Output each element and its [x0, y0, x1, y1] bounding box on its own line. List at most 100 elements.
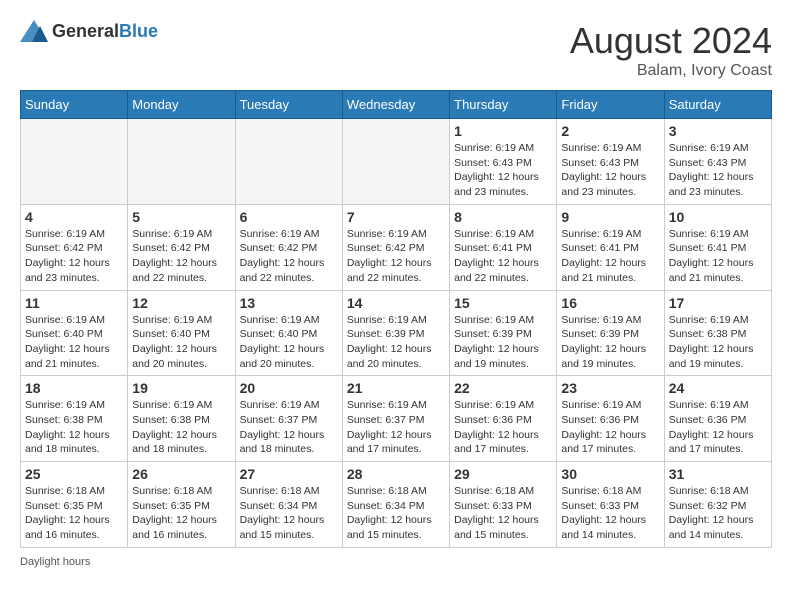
footer: Daylight hours: [20, 556, 772, 568]
day-number: 29: [454, 466, 552, 482]
logo-text: GeneralBlue: [52, 21, 158, 42]
day-info: Sunrise: 6:19 AM Sunset: 6:40 PM Dayligh…: [240, 313, 338, 372]
day-number: 11: [25, 295, 123, 311]
day-number: 18: [25, 380, 123, 396]
day-number: 14: [347, 295, 445, 311]
calendar-week-row: 4 Sunrise: 6:19 AM Sunset: 6:42 PM Daylig…: [21, 204, 772, 290]
calendar-day-cell: [21, 119, 128, 205]
calendar-day-cell: 20Sunrise: 6:19 AM Sunset: 6:37 PM Dayli…: [235, 376, 342, 462]
day-number: 23: [561, 380, 659, 396]
day-number: 5: [132, 209, 230, 225]
calendar-day-cell: 28 Sunrise: 6:18 AM Sunset: 6:34 PM Dayli…: [342, 462, 449, 548]
calendar-day-cell: 25 Sunrise: 6:18 AM Sunset: 6:35 PM Dayli…: [21, 462, 128, 548]
calendar-day-cell: 4 Sunrise: 6:19 AM Sunset: 6:42 PM Daylig…: [21, 204, 128, 290]
calendar-day-cell: 22Sunrise: 6:19 AM Sunset: 6:36 PM Dayli…: [450, 376, 557, 462]
day-number: 4: [25, 209, 123, 225]
calendar-day-cell: 1 Sunrise: 6:19 AM Sunset: 6:43 PM Daylig…: [450, 119, 557, 205]
day-info: Sunrise: 6:19 AM Sunset: 6:39 PM Dayligh…: [347, 313, 445, 372]
day-info: Sunrise: 6:18 AM Sunset: 6:35 PM Dayligh…: [25, 484, 123, 543]
day-number: 13: [240, 295, 338, 311]
calendar-day-cell: 30 Sunrise: 6:18 AM Sunset: 6:33 PM Dayli…: [557, 462, 664, 548]
day-info: Sunrise: 6:19 AM Sunset: 6:39 PM Dayligh…: [561, 313, 659, 372]
logo-icon: [20, 20, 48, 42]
day-number: 2: [561, 123, 659, 139]
calendar-day-cell: 21 Sunrise: 6:19 AM Sunset: 6:37 PM Dayli…: [342, 376, 449, 462]
day-info: Sunrise: 6:19 AM Sunset: 6:37 PM Dayligh…: [240, 398, 338, 457]
calendar-day-header: Saturday: [664, 91, 771, 119]
month-year-title: August 2024: [570, 20, 772, 62]
day-number: 16: [561, 295, 659, 311]
calendar-day-cell: 29 Sunrise: 6:18 AM Sunset: 6:33 PM Dayli…: [450, 462, 557, 548]
day-info: Sunrise: 6:19 AM Sunset: 6:38 PM Dayligh…: [669, 313, 767, 372]
day-number: 30: [561, 466, 659, 482]
day-number: 15: [454, 295, 552, 311]
calendar-day-header: Wednesday: [342, 91, 449, 119]
day-info: Sunrise: 6:18 AM Sunset: 6:33 PM Dayligh…: [454, 484, 552, 543]
day-number: 17: [669, 295, 767, 311]
day-number: 6: [240, 209, 338, 225]
calendar-week-row: 1 Sunrise: 6:19 AM Sunset: 6:43 PM Daylig…: [21, 119, 772, 205]
day-number: 21: [347, 380, 445, 396]
day-number: 31: [669, 466, 767, 482]
day-info: Sunrise: 6:19 AM Sunset: 6:42 PM Dayligh…: [132, 227, 230, 286]
calendar-day-cell: 5 Sunrise: 6:19 AM Sunset: 6:42 PM Daylig…: [128, 204, 235, 290]
day-number: 8: [454, 209, 552, 225]
calendar-day-cell: 11 Sunrise: 6:19 AM Sunset: 6:40 PM Dayli…: [21, 290, 128, 376]
day-info: Sunrise: 6:19 AM Sunset: 6:40 PM Dayligh…: [25, 313, 123, 372]
day-number: 3: [669, 123, 767, 139]
calendar-day-cell: 9 Sunrise: 6:19 AM Sunset: 6:41 PM Daylig…: [557, 204, 664, 290]
calendar-day-header: Friday: [557, 91, 664, 119]
day-number: 9: [561, 209, 659, 225]
day-info: Sunrise: 6:19 AM Sunset: 6:43 PM Dayligh…: [454, 141, 552, 200]
calendar-day-cell: 27 Sunrise: 6:18 AM Sunset: 6:34 PM Dayli…: [235, 462, 342, 548]
calendar-day-cell: 18Sunrise: 6:19 AM Sunset: 6:38 PM Dayli…: [21, 376, 128, 462]
day-info: Sunrise: 6:19 AM Sunset: 6:43 PM Dayligh…: [561, 141, 659, 200]
day-number: 10: [669, 209, 767, 225]
page-header: GeneralBlue August 2024 Balam, Ivory Coa…: [20, 20, 772, 80]
calendar-day-header: Thursday: [450, 91, 557, 119]
calendar-day-cell: 24 Sunrise: 6:19 AM Sunset: 6:36 PM Dayli…: [664, 376, 771, 462]
calendar-day-cell: 12 Sunrise: 6:19 AM Sunset: 6:40 PM Dayli…: [128, 290, 235, 376]
day-info: Sunrise: 6:19 AM Sunset: 6:43 PM Dayligh…: [669, 141, 767, 200]
calendar-day-header: Sunday: [21, 91, 128, 119]
day-number: 22: [454, 380, 552, 396]
day-number: 25: [25, 466, 123, 482]
calendar-week-row: 25 Sunrise: 6:18 AM Sunset: 6:35 PM Dayli…: [21, 462, 772, 548]
calendar-day-header: Monday: [128, 91, 235, 119]
calendar-day-cell: 3 Sunrise: 6:19 AM Sunset: 6:43 PM Daylig…: [664, 119, 771, 205]
day-info: Sunrise: 6:19 AM Sunset: 6:42 PM Dayligh…: [25, 227, 123, 286]
day-number: 12: [132, 295, 230, 311]
day-info: Sunrise: 6:19 AM Sunset: 6:41 PM Dayligh…: [669, 227, 767, 286]
calendar-day-cell: 23 Sunrise: 6:19 AM Sunset: 6:36 PM Dayli…: [557, 376, 664, 462]
day-info: Sunrise: 6:19 AM Sunset: 6:36 PM Dayligh…: [669, 398, 767, 457]
day-info: Sunrise: 6:19 AM Sunset: 6:41 PM Dayligh…: [454, 227, 552, 286]
day-info: Sunrise: 6:18 AM Sunset: 6:34 PM Dayligh…: [347, 484, 445, 543]
calendar-header-row: SundayMondayTuesdayWednesdayThursdayFrid…: [21, 91, 772, 119]
title-area: August 2024 Balam, Ivory Coast: [570, 20, 772, 80]
day-number: 27: [240, 466, 338, 482]
day-number: 24: [669, 380, 767, 396]
calendar-day-cell: 7Sunrise: 6:19 AM Sunset: 6:42 PM Daylig…: [342, 204, 449, 290]
logo-general: General: [52, 21, 119, 41]
day-info: Sunrise: 6:19 AM Sunset: 6:40 PM Dayligh…: [132, 313, 230, 372]
calendar-week-row: 11 Sunrise: 6:19 AM Sunset: 6:40 PM Dayli…: [21, 290, 772, 376]
day-info: Sunrise: 6:18 AM Sunset: 6:34 PM Dayligh…: [240, 484, 338, 543]
day-number: 28: [347, 466, 445, 482]
daylight-hours-label: Daylight hours: [20, 556, 90, 568]
calendar-day-cell: 15 Sunrise: 6:19 AM Sunset: 6:39 PM Dayli…: [450, 290, 557, 376]
calendar-day-cell: 31Sunrise: 6:18 AM Sunset: 6:32 PM Dayli…: [664, 462, 771, 548]
day-info: Sunrise: 6:19 AM Sunset: 6:36 PM Dayligh…: [561, 398, 659, 457]
day-info: Sunrise: 6:19 AM Sunset: 6:39 PM Dayligh…: [454, 313, 552, 372]
calendar-day-cell: 19 Sunrise: 6:19 AM Sunset: 6:38 PM Dayli…: [128, 376, 235, 462]
day-number: 1: [454, 123, 552, 139]
day-number: 19: [132, 380, 230, 396]
calendar-day-header: Tuesday: [235, 91, 342, 119]
day-info: Sunrise: 6:19 AM Sunset: 6:38 PM Dayligh…: [132, 398, 230, 457]
day-info: Sunrise: 6:18 AM Sunset: 6:33 PM Dayligh…: [561, 484, 659, 543]
day-number: 26: [132, 466, 230, 482]
day-info: Sunrise: 6:19 AM Sunset: 6:37 PM Dayligh…: [347, 398, 445, 457]
calendar-day-cell: 13 Sunrise: 6:19 AM Sunset: 6:40 PM Dayli…: [235, 290, 342, 376]
day-info: Sunrise: 6:19 AM Sunset: 6:41 PM Dayligh…: [561, 227, 659, 286]
calendar-day-cell: 16 Sunrise: 6:19 AM Sunset: 6:39 PM Dayli…: [557, 290, 664, 376]
calendar-day-cell: [128, 119, 235, 205]
